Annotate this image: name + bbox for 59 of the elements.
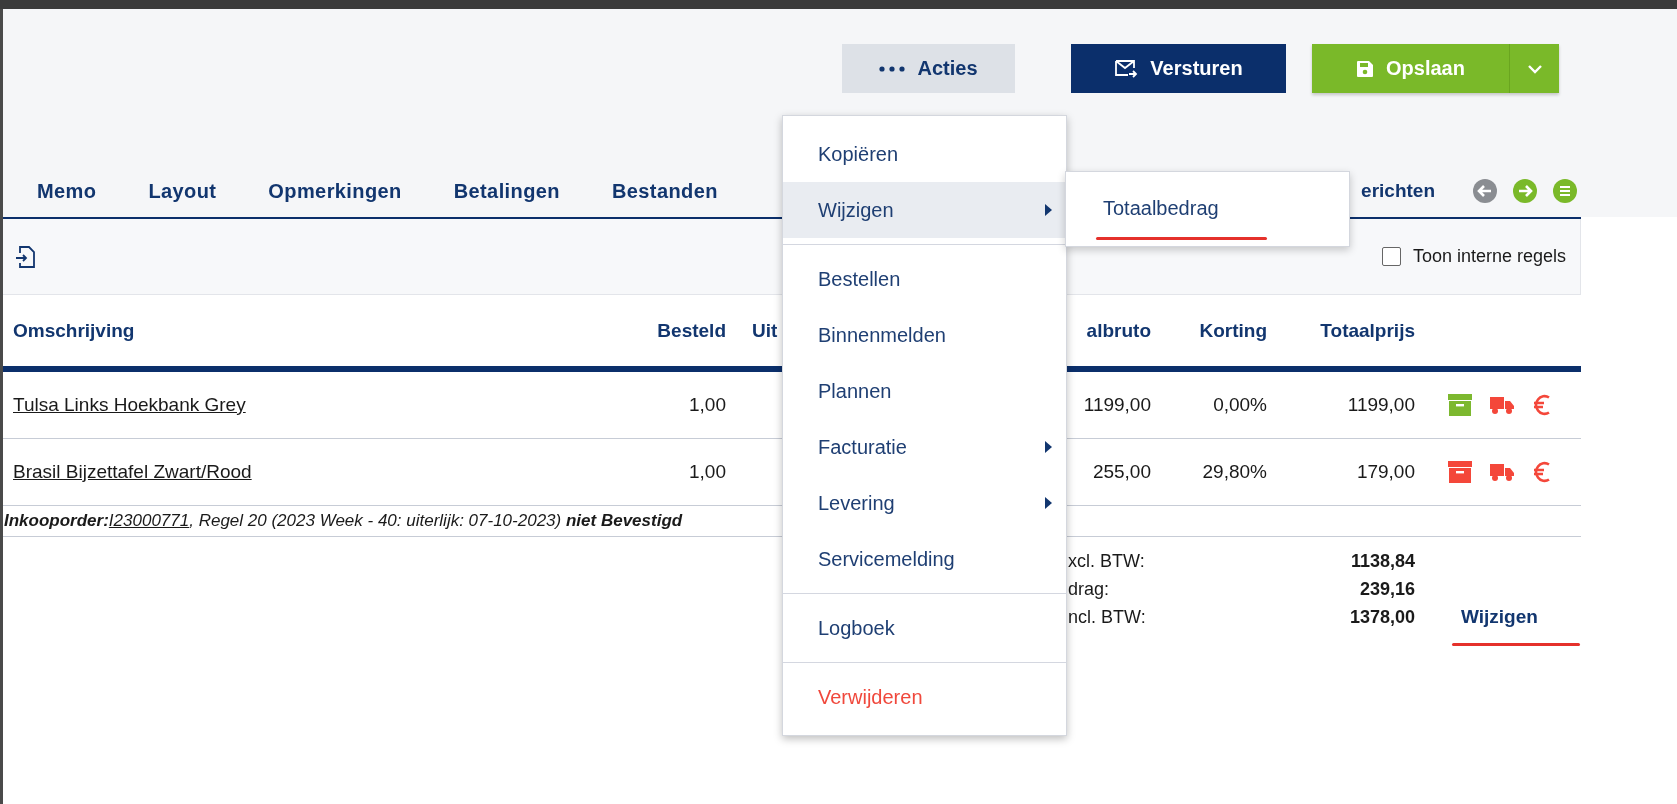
- total-label: ncl. BTW:: [1068, 606, 1147, 628]
- column-header: albruto: [1085, 319, 1151, 342]
- menu-item[interactable]: Verwijderen: [783, 669, 1066, 725]
- checkbox[interactable]: [1381, 247, 1401, 266]
- menu-item[interactable]: Logboek: [783, 600, 1066, 656]
- total-value: 1378,00: [1348, 606, 1415, 628]
- edit-link[interactable]: Wijzigen: [1461, 606, 1538, 627]
- tab[interactable]: erichten: [1361, 180, 1435, 202]
- tab[interactable]: Layout: [148, 179, 217, 203]
- arrow-left-icon[interactable]: [1473, 179, 1497, 203]
- checkbox-label: Toon interne regels: [1412, 246, 1566, 267]
- send-button[interactable]: Versturen: [1071, 44, 1286, 93]
- total-label: drag:: [1068, 578, 1111, 600]
- menu-item[interactable]: Totaalbedrag: [1103, 197, 1219, 220]
- menu-item[interactable]: Binnenmelden: [783, 307, 1066, 363]
- truck-icon[interactable]: [1490, 396, 1515, 414]
- table-cell-text: 255,00: [1091, 461, 1151, 483]
- menu-item[interactable]: Kopiëren: [783, 126, 1066, 182]
- chevron-down-icon: [1526, 63, 1543, 74]
- archive-box-icon[interactable]: [1448, 394, 1472, 416]
- tab[interactable]: Memo: [37, 179, 97, 203]
- tab[interactable]: Bestanden: [611, 179, 718, 203]
- menu-item[interactable]: Plannen: [783, 363, 1066, 419]
- product-link[interactable]: Tulsa Links Hoekbank Grey: [13, 394, 246, 415]
- total-label: xcl. BTW:: [1068, 550, 1146, 572]
- envelope-icon: [1114, 59, 1139, 78]
- menu-item[interactable]: Bestellen: [783, 251, 1066, 307]
- menu-item[interactable]: Levering: [783, 475, 1066, 531]
- table-cell-text: 1,00: [688, 394, 726, 416]
- table-cell-text: 1199,00: [1346, 394, 1415, 416]
- euro-icon[interactable]: [1533, 460, 1551, 484]
- more-icon: [879, 65, 906, 72]
- total-value: 1138,84: [1349, 550, 1415, 572]
- arrow-right-icon[interactable]: [1513, 179, 1537, 203]
- table-cell-text: 179,00: [1355, 461, 1415, 483]
- import-icon[interactable]: [15, 244, 37, 269]
- table-cell-text: 0,00%: [1212, 394, 1267, 416]
- menu-item[interactable]: Wijzigen: [783, 182, 1066, 238]
- list-icon[interactable]: [1553, 179, 1577, 203]
- table-cell-text: 1,00: [688, 461, 726, 483]
- table-cell-text: 29,80%: [1201, 461, 1267, 483]
- menu-item[interactable]: Facturatie: [783, 419, 1066, 475]
- column-header: Omschrijving: [13, 319, 136, 342]
- total-value: 239,16: [1358, 578, 1415, 600]
- column-header: Korting: [1198, 319, 1267, 342]
- actions-button[interactable]: Acties: [842, 44, 1015, 93]
- purchase-order-note: Inkooporder:I23000771, Regel 20 (2023 Week - 40: uiterlijk: 07-10-2023) niet Bevestigd: [4, 511, 683, 531]
- table-cell-text: 1199,00: [1082, 394, 1151, 416]
- order-link[interactable]: I23000771: [108, 511, 190, 530]
- column-header: Totaalprijs: [1319, 319, 1415, 342]
- euro-icon[interactable]: [1533, 393, 1551, 417]
- column-header: Uit: [752, 319, 779, 342]
- menu-item[interactable]: Servicemelding: [783, 531, 1066, 587]
- column-header: Besteld: [656, 319, 726, 342]
- product-link[interactable]: Brasil Bijzettafel Zwart/Rood: [13, 461, 252, 482]
- tab[interactable]: Opmerkingen: [268, 179, 402, 203]
- tab[interactable]: Betalingen: [453, 179, 560, 203]
- truck-icon[interactable]: [1490, 463, 1515, 481]
- archive-box-icon[interactable]: [1448, 461, 1472, 483]
